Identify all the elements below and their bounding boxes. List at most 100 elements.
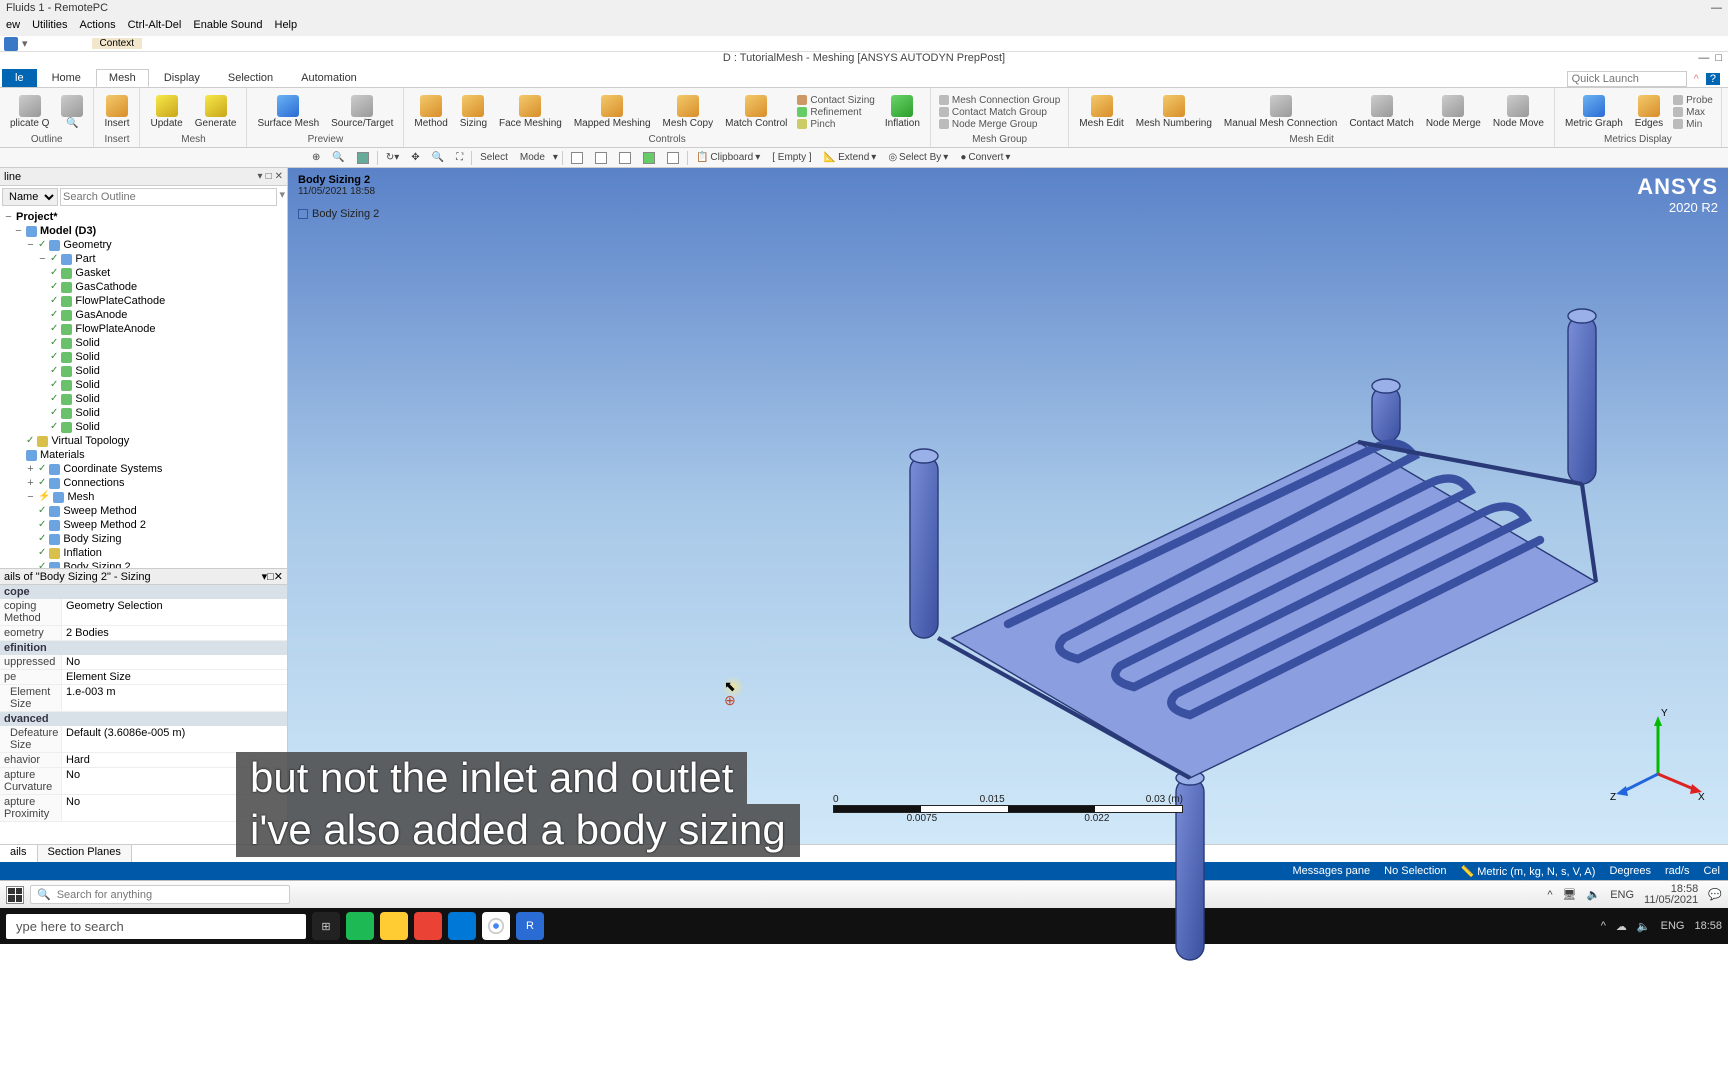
sel-node-icon[interactable] xyxy=(663,151,683,165)
quick-launch-help-icon[interactable]: ? xyxy=(1706,73,1720,85)
outline-filter-select[interactable]: Name xyxy=(2,188,58,206)
generate-button[interactable]: Generate xyxy=(191,93,241,131)
sourcetarget-button[interactable]: Source/Target xyxy=(327,93,397,131)
outline-pin-icon[interactable]: ▾ xyxy=(258,171,263,182)
v-sup[interactable]: No xyxy=(62,655,287,669)
facemesh-button[interactable]: Face Meshing xyxy=(495,93,566,131)
select-label[interactable]: Select xyxy=(476,151,512,164)
nodemerge-button[interactable]: Node Merge xyxy=(1422,93,1485,131)
menu-help[interactable]: Help xyxy=(275,19,298,35)
app-taskview[interactable]: ⊞ xyxy=(312,912,340,940)
remote-min-icon[interactable]: — xyxy=(1711,2,1722,16)
bottomtab-section[interactable]: Section Planes xyxy=(38,845,132,862)
manualmesh-button[interactable]: Manual Mesh Connection xyxy=(1220,93,1341,131)
pinch-button[interactable]: Pinch xyxy=(797,119,874,130)
tab-display[interactable]: Display xyxy=(151,69,213,87)
local-search[interactable]: ype here to search xyxy=(6,914,306,939)
find-button[interactable]: 🔍 xyxy=(57,93,87,131)
metricgraph-button[interactable]: Metric Graph xyxy=(1561,93,1627,131)
boxzoom-icon[interactable]: ⛶ xyxy=(452,151,467,164)
app-chrome[interactable] xyxy=(482,912,510,940)
contactsizing-button[interactable]: Contact Sizing xyxy=(797,95,874,106)
tab-file[interactable]: le xyxy=(2,69,37,87)
zoom-icon[interactable]: 🔍 xyxy=(428,151,448,164)
taskbar-search[interactable]: 🔍 Search for anything xyxy=(30,885,290,904)
v-esize[interactable]: 1.e-003 m xyxy=(62,685,287,711)
sizing-button[interactable]: Sizing xyxy=(456,93,491,131)
outline-search-go-icon[interactable]: ▾ xyxy=(279,188,285,206)
pan-icon[interactable]: ✥ xyxy=(407,151,423,164)
graphics-viewport[interactable]: Body Sizing 2 11/05/2021 18:58 Body Sizi… xyxy=(288,168,1728,844)
v-scoping[interactable]: Geometry Selection xyxy=(62,599,287,625)
sel-edge-icon[interactable] xyxy=(591,151,611,165)
zoomfit-icon[interactable]: ⊕ xyxy=(308,151,324,164)
method-button[interactable]: Method xyxy=(410,93,451,131)
clipboard-button[interactable]: 📋 Clipboard▾ xyxy=(692,151,764,164)
update-button[interactable]: Update xyxy=(146,93,186,131)
app-remotepc[interactable]: R xyxy=(516,912,544,940)
qat-icon[interactable] xyxy=(4,37,18,51)
insert-button[interactable]: Insert xyxy=(100,93,133,131)
qat-dropdown-icon[interactable]: ▾ xyxy=(22,37,28,50)
extend-button[interactable]: 📐 Extend▾ xyxy=(820,151,881,164)
mode-label[interactable]: Mode xyxy=(516,151,549,164)
meshnum-button[interactable]: Mesh Numbering xyxy=(1132,93,1216,131)
app-spotify[interactable] xyxy=(346,912,374,940)
zoomin-icon[interactable]: 🔍 xyxy=(328,151,348,164)
meshedit-button[interactable]: Mesh Edit xyxy=(1075,93,1127,131)
max-button[interactable]: Max xyxy=(1673,107,1713,118)
orientation-triad[interactable]: Y X Z xyxy=(1608,704,1708,804)
menu-sound[interactable]: Enable Sound xyxy=(193,19,262,35)
nodemove-button[interactable]: Node Move xyxy=(1489,93,1548,131)
isoview-icon[interactable] xyxy=(353,151,373,165)
win-minimize-icon[interactable]: — xyxy=(1698,52,1709,64)
app-gmail[interactable] xyxy=(414,912,442,940)
menu-utilities[interactable]: Utilities xyxy=(32,19,67,35)
min-button[interactable]: Min xyxy=(1673,119,1713,130)
menu-cad[interactable]: Ctrl-Alt-Del xyxy=(128,19,182,35)
tray-notif-icon[interactable]: 💬 xyxy=(1708,888,1722,901)
sel-vertex-icon[interactable] xyxy=(567,151,587,165)
outline-max-icon[interactable]: □ xyxy=(266,171,272,182)
outline-search-input[interactable] xyxy=(60,188,277,206)
sel-face-icon[interactable] xyxy=(615,151,635,165)
nodemergegrp-button[interactable]: Node Merge Group xyxy=(939,119,1060,130)
sel-body-icon[interactable] xyxy=(639,151,659,165)
inflation-button[interactable]: Inflation xyxy=(881,93,924,131)
matchcontrol-button[interactable]: Match Control xyxy=(721,93,791,131)
refinement-button[interactable]: Refinement xyxy=(797,107,874,118)
outline-close-icon[interactable]: ✕ xyxy=(275,171,283,182)
v-def[interactable]: Default (3.6086e-005 m) xyxy=(62,726,287,752)
menu-view[interactable]: ew xyxy=(6,19,20,35)
surfacemesh-button[interactable]: Surface Mesh xyxy=(253,93,323,131)
meshcopy-button[interactable]: Mesh Copy xyxy=(659,93,718,131)
quick-launch-input[interactable] xyxy=(1567,71,1687,87)
probe-button[interactable]: Probe xyxy=(1673,95,1713,106)
tab-automation[interactable]: Automation xyxy=(288,69,370,87)
outline-tree[interactable]: −Project* −Model (D3) −✓Geometry −✓Part … xyxy=(0,208,287,568)
meshconn-button[interactable]: Mesh Connection Group xyxy=(939,95,1060,106)
tab-mesh[interactable]: Mesh xyxy=(96,69,149,87)
app-explorer[interactable] xyxy=(380,912,408,940)
contactmatch-button[interactable]: Contact Match xyxy=(1345,93,1417,131)
menu-actions[interactable]: Actions xyxy=(80,19,116,35)
details-max-icon[interactable]: □ xyxy=(267,571,274,583)
selectby-button[interactable]: ◎ Select By▾ xyxy=(884,151,952,164)
rotate-icon[interactable]: ↻▾ xyxy=(382,151,403,164)
edges-button[interactable]: Edges xyxy=(1631,93,1667,131)
convert-button[interactable]: ● Convert▾ xyxy=(956,151,1014,164)
contactmatchgrp-button[interactable]: Contact Match Group xyxy=(939,107,1060,118)
duplicate-button[interactable]: plicate Q xyxy=(6,93,53,131)
win-maximize-icon[interactable]: □ xyxy=(1715,52,1722,64)
mappedmesh-button[interactable]: Mapped Meshing xyxy=(570,93,655,131)
app-edge[interactable] xyxy=(448,912,476,940)
details-close-icon[interactable]: ✕ xyxy=(274,571,283,583)
quick-launch-caret-icon[interactable]: ^ xyxy=(1690,73,1703,85)
tab-home[interactable]: Home xyxy=(39,69,94,87)
legend-swatch xyxy=(298,209,308,219)
bottomtab-details[interactable]: ails xyxy=(0,845,38,862)
v-geom[interactable]: 2 Bodies xyxy=(62,626,287,640)
start-button[interactable] xyxy=(6,886,24,904)
v-type[interactable]: Element Size xyxy=(62,670,287,684)
tab-selection[interactable]: Selection xyxy=(215,69,286,87)
